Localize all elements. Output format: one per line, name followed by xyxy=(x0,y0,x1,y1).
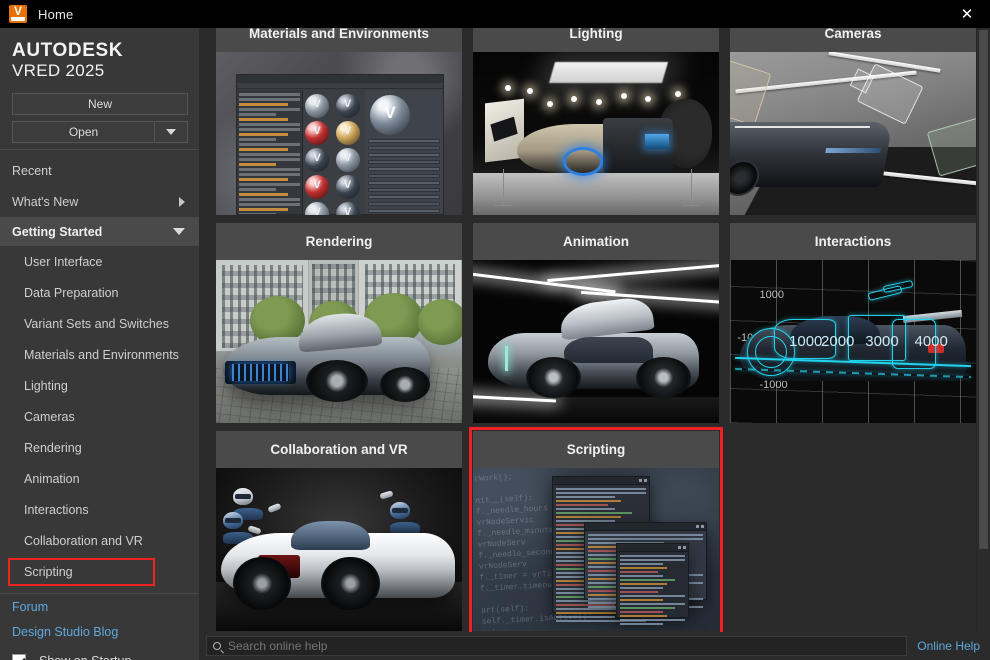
card-artwork-animation xyxy=(473,260,719,423)
scrollbar-thumb[interactable] xyxy=(979,30,988,550)
card-artwork-materials: VVVVVVVVVVVVV xyxy=(216,52,462,215)
card-collaboration-and-vr[interactable]: Collaboration and VR xyxy=(216,431,462,631)
brand-block: AUTODESK VRED 2025 xyxy=(0,28,199,85)
autodesk-vred-logo-icon: V xyxy=(9,5,27,23)
close-icon[interactable]: ✕ xyxy=(944,0,990,28)
sidebar-item-lighting[interactable]: Lighting xyxy=(0,370,199,401)
card-artwork-rendering xyxy=(216,260,462,423)
sidebar-item-label: Rendering xyxy=(24,440,82,455)
title-bar: V Home ✕ xyxy=(0,0,990,28)
card-artwork-lighting xyxy=(473,52,719,215)
sidebar-item-collaboration-and-vr[interactable]: Collaboration and VR xyxy=(0,525,199,556)
sidebar-link-design-studio-blog[interactable]: Design Studio Blog xyxy=(0,619,199,644)
card-grid: Materials and EnvironmentsVVVVVVVVVVVVV L… xyxy=(216,28,976,632)
card-cameras[interactable]: Cameras xyxy=(730,28,976,215)
sidebar-item-interactions[interactable]: Interactions xyxy=(0,494,199,525)
new-button[interactable]: New xyxy=(12,93,188,115)
sidebar-item-label: What's New xyxy=(12,194,79,209)
sidebar-link-list: Forum Design Studio Blog xyxy=(0,594,199,644)
card-title: Interactions xyxy=(730,223,976,260)
show-on-startup-row[interactable]: Show on Startup xyxy=(0,650,199,660)
action-buttons: New Open xyxy=(0,85,199,143)
open-dropdown-button[interactable] xyxy=(154,121,188,143)
sidebar-item-label: Materials and Environments xyxy=(24,347,179,362)
sidebar-link-label: Forum xyxy=(12,599,49,614)
brand-autodesk: AUTODESK xyxy=(12,40,124,61)
card-title: Animation xyxy=(473,223,719,260)
card-artwork-cameras xyxy=(730,52,976,215)
card-title: Scripting xyxy=(473,431,719,468)
chevron-right-icon xyxy=(179,196,185,207)
sidebar-item-animation[interactable]: Animation xyxy=(0,463,199,494)
card-artwork-scripting: rWork(); nit__(self): f._needle_hours = v… xyxy=(473,468,719,631)
sidebar-item-variant-sets-and-switches[interactable]: Variant Sets and Switches xyxy=(0,308,199,339)
sidebar-item-materials-and-environments[interactable]: Materials and Environments xyxy=(0,339,199,370)
sidebar-section-getting-started[interactable]: Getting Started xyxy=(0,217,199,246)
nav-top: Recent What's New xyxy=(0,150,199,217)
sidebar-link-label: Design Studio Blog xyxy=(12,624,119,639)
sidebar-item-cameras[interactable]: Cameras xyxy=(0,401,199,432)
sidebar-item-label: Animation xyxy=(24,471,80,486)
brand-product: VRED 2025 xyxy=(12,61,105,80)
card-artwork-collab xyxy=(216,468,462,631)
sidebar-item-scripting[interactable]: Scripting xyxy=(0,556,199,587)
card-interactions[interactable]: Interactions1000-1000-100010002000300040… xyxy=(730,223,976,423)
open-button[interactable]: Open xyxy=(12,121,154,143)
sidebar-item-label: Scripting xyxy=(24,564,73,579)
sidebar-item-label: Recent xyxy=(12,163,52,178)
window-title: Home xyxy=(38,6,74,22)
sidebar-item-rendering[interactable]: Rendering xyxy=(0,432,199,463)
search-online-help-box[interactable] xyxy=(206,636,908,656)
sidebar-item-label: Lighting xyxy=(24,378,68,393)
sidebar-item-label: User Interface xyxy=(24,254,103,269)
online-help-link[interactable]: Online Help xyxy=(911,639,990,653)
card-animation[interactable]: Animation xyxy=(473,223,719,423)
chevron-down-icon xyxy=(173,228,185,235)
sidebar-item-whats-new[interactable]: What's New xyxy=(0,186,199,217)
sidebar-item-data-preparation[interactable]: Data Preparation xyxy=(0,277,199,308)
section-label: Getting Started xyxy=(12,224,103,239)
search-input[interactable] xyxy=(228,639,907,653)
card-artwork-interactions: 1000-1000-10001000200030004000 xyxy=(730,260,976,423)
sidebar-item-label: Interactions xyxy=(24,502,89,517)
vred-home-window: V Home ✕ AUTODESK VRED 2025 New Open Rec… xyxy=(0,0,990,660)
sidebar-item-label: Cameras xyxy=(24,409,75,424)
vertical-scrollbar[interactable] xyxy=(976,28,990,632)
sidebar-item-label: Variant Sets and Switches xyxy=(24,316,169,331)
sidebar: AUTODESK VRED 2025 New Open Recent What'… xyxy=(0,28,200,660)
sidebar-item-label: Collaboration and VR xyxy=(24,533,143,548)
card-title: Lighting xyxy=(473,28,719,52)
card-title: Cameras xyxy=(730,28,976,52)
card-rendering[interactable]: Rendering xyxy=(216,223,462,423)
search-icon xyxy=(213,642,221,650)
card-title: Collaboration and VR xyxy=(216,431,462,468)
sidebar-item-label: Data Preparation xyxy=(24,285,119,300)
card-lighting[interactable]: Lighting xyxy=(473,28,719,215)
sidebar-item-recent[interactable]: Recent xyxy=(0,155,199,186)
sidebar-item-user-interface[interactable]: User Interface xyxy=(0,246,199,277)
show-on-startup-label: Show on Startup xyxy=(39,654,131,660)
card-materials-and-environments[interactable]: Materials and EnvironmentsVVVVVVVVVVVVV xyxy=(216,28,462,215)
open-button-group: Open xyxy=(12,121,188,143)
footer-bar: Online Help xyxy=(200,632,990,660)
show-on-startup-checkbox[interactable] xyxy=(12,654,26,660)
card-grid-area: Materials and EnvironmentsVVVVVVVVVVVVV L… xyxy=(200,28,976,632)
sidebar-link-forum[interactable]: Forum xyxy=(0,594,199,619)
card-scripting[interactable]: Scripting rWork(); nit__(self): f._needle_… xyxy=(469,427,723,632)
chevron-down-icon xyxy=(166,129,176,135)
card-title: Materials and Environments xyxy=(216,28,462,52)
sidebar-item-list: User Interface Data Preparation Variant Se… xyxy=(0,246,199,587)
card-title: Rendering xyxy=(216,223,462,260)
